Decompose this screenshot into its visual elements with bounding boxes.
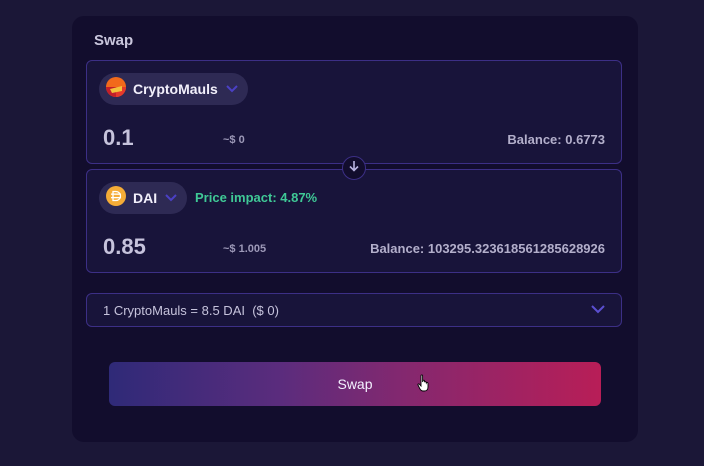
panel-title: Swap [94, 32, 134, 49]
to-balance: Balance: 103295.323618561285628926 [370, 241, 605, 256]
flip-direction-button[interactable] [342, 156, 366, 180]
swap-panel: Swap CryptoMauls ~$ 0 Balance: 0.6773 [72, 16, 638, 442]
chevron-down-icon [165, 194, 177, 202]
cryptomauls-token-icon [106, 76, 126, 102]
chevron-down-icon [591, 301, 605, 319]
to-amount-input[interactable] [103, 234, 203, 260]
from-balance: Balance: 0.6773 [507, 132, 605, 147]
to-token-name: DAI [133, 190, 158, 206]
to-usd-value: ~$ 1.005 [223, 243, 267, 255]
to-token-select[interactable]: DAI [99, 182, 188, 214]
from-token-select[interactable]: CryptoMauls [99, 73, 248, 105]
swap-button[interactable]: Swap [109, 362, 601, 406]
exchange-rate: 1 CryptoMauls = 8.5 DAI ($ 0) [103, 302, 279, 318]
to-token-box: DAI Price impact: 4.87% ~$ 1.005 Balance… [86, 169, 622, 273]
hand-cursor-icon [417, 374, 431, 397]
price-impact: Price impact: 4.87% [195, 190, 318, 205]
from-token-box: CryptoMauls ~$ 0 Balance: 0.6773 [86, 60, 622, 164]
swap-button-label: Swap [337, 376, 373, 392]
rate-details-toggle[interactable]: 1 CryptoMauls = 8.5 DAI ($ 0) [86, 293, 622, 327]
chevron-down-icon [226, 85, 238, 93]
from-amount-input[interactable] [103, 125, 203, 151]
arrow-down-icon [348, 159, 360, 177]
dai-token-icon [106, 185, 126, 211]
from-token-name: CryptoMauls [133, 81, 218, 97]
from-usd-value: ~$ 0 [223, 134, 245, 146]
